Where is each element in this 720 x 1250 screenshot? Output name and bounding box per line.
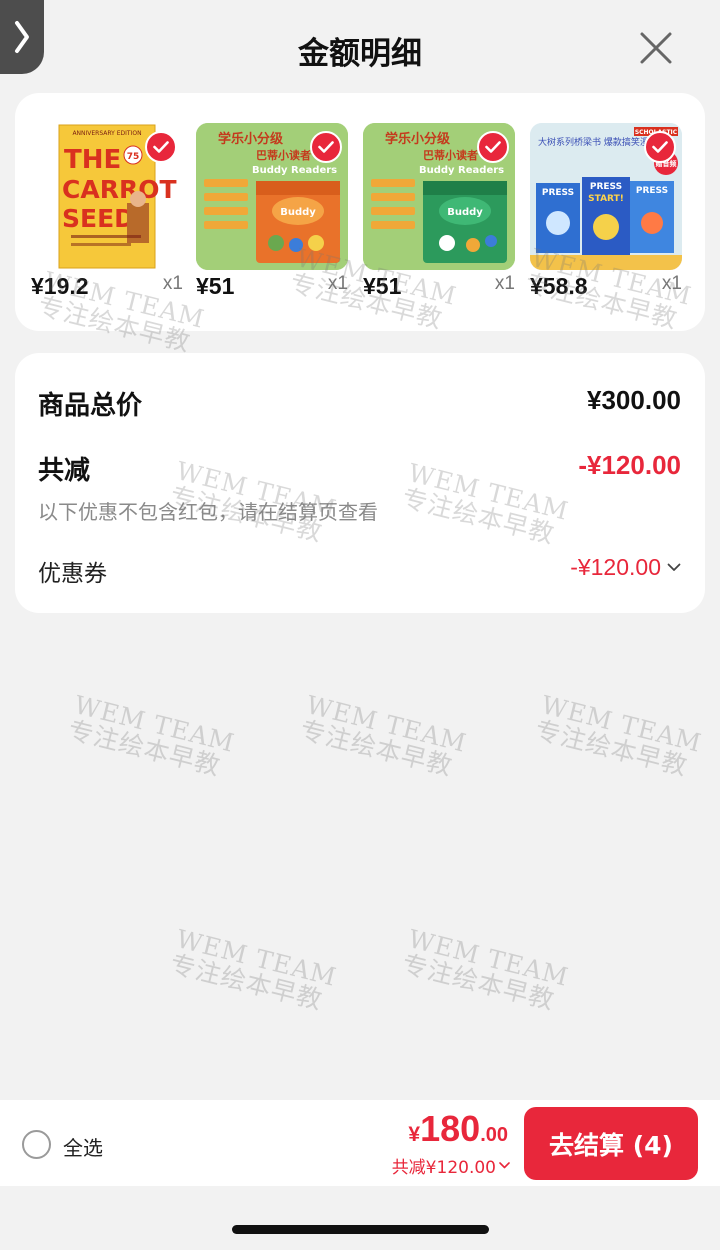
chevron-down-icon xyxy=(667,563,681,571)
amount-integer: 180 xyxy=(420,1108,481,1149)
svg-text:START!: START! xyxy=(588,194,624,204)
checkout-bar: 全选 ¥180.00 共减¥120.00 去结算 (4) xyxy=(0,1100,720,1186)
amount-details-sheet: 金额明细 ANNIVERSARY EDITION THE CARROT SEED… xyxy=(0,0,720,1250)
selected-check-icon[interactable] xyxy=(644,131,676,163)
product-price: ¥58.8 xyxy=(530,273,588,299)
svg-text:学乐小分级: 学乐小分级 xyxy=(385,131,451,147)
product-item[interactable]: SCHOLASTIC 大树系列桥梁书 爆款搞笑漫画 PRESS PRESS ST… xyxy=(530,123,682,303)
svg-text:学乐小分级: 学乐小分级 xyxy=(218,131,284,147)
discount-summary-text: 共减¥120.00 xyxy=(391,1158,496,1178)
product-quantity: x1 xyxy=(494,273,515,294)
svg-text:ANNIVERSARY EDITION: ANNIVERSARY EDITION xyxy=(72,130,141,137)
select-all-label[interactable]: 全选 xyxy=(63,1132,103,1161)
svg-text:巴蒂小读者: 巴蒂小读者 xyxy=(423,148,478,162)
svg-text:THE: THE xyxy=(64,145,121,175)
sheet-header: 金额明细 xyxy=(0,0,720,95)
svg-text:巴蒂小读者: 巴蒂小读者 xyxy=(256,148,311,162)
discount-label: 共减 xyxy=(38,456,91,486)
currency-symbol: ¥ xyxy=(408,1123,421,1146)
svg-text:CARROT: CARROT xyxy=(62,175,177,204)
watermark: WEM TEAM 专注绘本早教 xyxy=(399,924,572,1016)
products-card: ANNIVERSARY EDITION THE CARROT SEED 75 ¥… xyxy=(15,93,705,331)
price-summary-card: 商品总价 ¥300.00 共减 -¥120.00 以下优惠不包含红包，请在结算页… xyxy=(15,353,705,613)
product-quantity: x1 xyxy=(162,273,183,294)
product-price: ¥51 xyxy=(363,273,402,299)
selected-check-icon[interactable] xyxy=(310,131,342,163)
discount-value: -¥120.00 xyxy=(578,450,681,480)
svg-text:75: 75 xyxy=(127,152,140,162)
selected-check-icon[interactable] xyxy=(145,131,177,163)
amount-decimal: .00 xyxy=(480,1124,508,1146)
page-title: 金额明细 xyxy=(298,36,422,72)
coupon-value: -¥120.00 xyxy=(570,554,661,580)
close-button[interactable] xyxy=(638,30,674,66)
total-price-value: ¥300.00 xyxy=(587,385,681,415)
svg-text:PRESS: PRESS xyxy=(542,188,574,198)
svg-text:Buddy: Buddy xyxy=(447,207,483,218)
total-price-label: 商品总价 xyxy=(38,391,143,421)
svg-text:Buddy Readers: Buddy Readers xyxy=(252,165,337,176)
product-item[interactable]: 学乐小分级 巴蒂小读者 Buddy Readers Buddy ¥51 x1 xyxy=(196,123,348,303)
product-item[interactable]: 学乐小分级 巴蒂小读者 Buddy Readers Buddy ¥51 x1 xyxy=(363,123,515,303)
coupon-label: 优惠券 xyxy=(38,561,107,587)
svg-text:大树系列桥梁书 爆款搞笑漫画: 大树系列桥梁书 爆款搞笑漫画 xyxy=(538,136,658,148)
watermark: WEM TEAM 专注绘本早教 xyxy=(167,924,340,1016)
product-item[interactable]: ANNIVERSARY EDITION THE CARROT SEED 75 ¥… xyxy=(31,123,183,303)
svg-text:Buddy Readers: Buddy Readers xyxy=(419,165,504,176)
select-all-radio[interactable] xyxy=(22,1130,51,1159)
svg-text:SEED: SEED xyxy=(62,204,135,233)
discount-summary[interactable]: 共减¥120.00 xyxy=(392,1153,510,1178)
svg-text:PRESS: PRESS xyxy=(590,182,622,192)
svg-text:PRESS: PRESS xyxy=(636,186,668,196)
watermark: WEM TEAM 专注绘本早教 xyxy=(297,690,470,782)
home-indicator xyxy=(232,1225,489,1234)
svg-text:Buddy: Buddy xyxy=(280,207,316,218)
product-quantity: x1 xyxy=(661,273,682,294)
close-icon xyxy=(640,32,672,64)
checkout-button[interactable]: 去结算 (4) xyxy=(524,1107,698,1180)
coupon-selector[interactable]: -¥120.00 xyxy=(570,554,681,581)
watermark: WEM TEAM 专注绘本早教 xyxy=(65,690,238,782)
total-amount: ¥180.00 xyxy=(408,1108,508,1150)
product-quantity: x1 xyxy=(327,273,348,294)
watermark: WEM TEAM 专注绘本早教 xyxy=(532,690,705,782)
chevron-down-icon xyxy=(499,1162,510,1169)
product-price: ¥19.2 xyxy=(31,273,89,299)
discount-note: 以下优惠不包含红包，请在结算页查看 xyxy=(38,500,378,524)
product-price: ¥51 xyxy=(196,273,235,299)
selected-check-icon[interactable] xyxy=(477,131,509,163)
